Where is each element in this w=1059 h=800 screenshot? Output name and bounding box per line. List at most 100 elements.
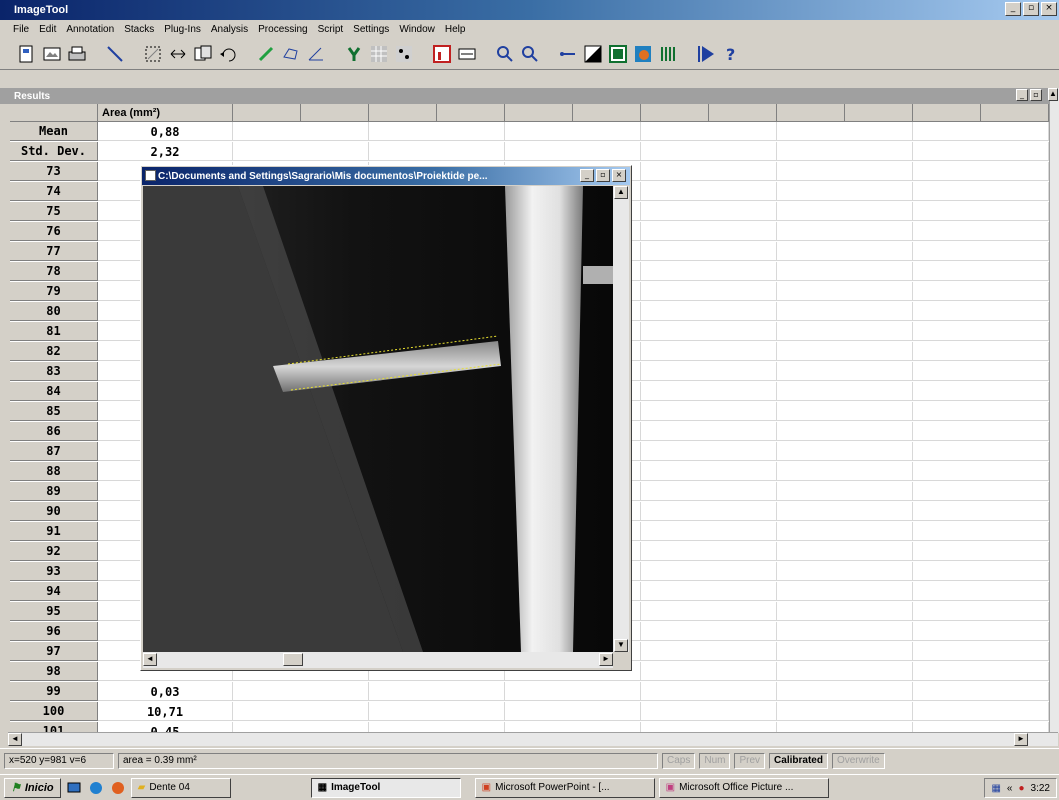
column-header[interactable] (981, 104, 1049, 122)
column-header[interactable] (573, 104, 641, 122)
empty-cell[interactable] (777, 302, 913, 321)
menu-plugins[interactable]: Plug-Ins (159, 24, 206, 35)
empty-cell[interactable] (913, 622, 1049, 641)
empty-cell[interactable] (641, 422, 777, 441)
empty-cell[interactable] (505, 142, 641, 161)
empty-cell[interactable] (777, 602, 913, 621)
column-header[interactable] (777, 104, 845, 122)
image-scroll-thumb[interactable] (283, 653, 303, 666)
empty-cell[interactable] (913, 482, 1049, 501)
task-imagetool[interactable]: ▦ ImageTool (310, 777, 461, 798)
empty-cell[interactable] (641, 702, 777, 721)
empty-cell[interactable] (913, 362, 1049, 381)
run-icon[interactable] (695, 43, 717, 65)
empty-cell[interactable] (233, 142, 369, 161)
empty-cell[interactable] (777, 342, 913, 361)
scroll-up-icon[interactable]: ▲ (1048, 88, 1058, 101)
grid-icon[interactable] (368, 43, 390, 65)
tray-expand-icon[interactable]: « (1007, 783, 1013, 794)
row-header[interactable]: 94 (10, 582, 98, 601)
row-header[interactable]: 98 (10, 662, 98, 681)
empty-cell[interactable] (913, 602, 1049, 621)
menu-processing[interactable]: Processing (253, 24, 312, 35)
empty-cell[interactable] (913, 342, 1049, 361)
row-header[interactable]: 76 (10, 222, 98, 241)
empty-cell[interactable] (913, 582, 1049, 601)
empty-cell[interactable] (913, 202, 1049, 221)
empty-cell[interactable] (777, 122, 913, 141)
column-header[interactable] (437, 104, 505, 122)
empty-cell[interactable] (777, 362, 913, 381)
crop-icon[interactable] (167, 43, 189, 65)
row-header[interactable]: 82 (10, 342, 98, 361)
empty-cell[interactable] (505, 122, 641, 141)
row-header[interactable]: 96 (10, 622, 98, 641)
empty-cell[interactable] (777, 182, 913, 201)
media-icon[interactable] (109, 779, 127, 797)
column-header[interactable] (233, 104, 301, 122)
micrograph-image[interactable] (143, 186, 613, 652)
empty-cell[interactable] (913, 142, 1049, 161)
empty-cell[interactable] (777, 582, 913, 601)
task-dente[interactable]: ▰ Dente 04 (130, 777, 231, 798)
empty-cell[interactable] (641, 522, 777, 541)
column-header[interactable] (845, 104, 913, 122)
row-header[interactable]: 93 (10, 562, 98, 581)
column-header[interactable] (641, 104, 709, 122)
empty-cell[interactable] (913, 442, 1049, 461)
row-header[interactable]: 75 (10, 202, 98, 221)
row-header[interactable]: Mean (10, 122, 98, 141)
empty-cell[interactable] (777, 162, 913, 181)
empty-cell[interactable] (641, 242, 777, 261)
scroll-right-icon[interactable]: ► (1014, 733, 1028, 746)
empty-cell[interactable] (777, 542, 913, 561)
line-tool-icon[interactable] (104, 43, 126, 65)
empty-cell[interactable] (777, 202, 913, 221)
empty-cell[interactable] (777, 502, 913, 521)
row-header[interactable]: 77 (10, 242, 98, 261)
empty-cell[interactable] (913, 242, 1049, 261)
column-header[interactable] (709, 104, 777, 122)
empty-cell[interactable] (913, 182, 1049, 201)
row-header[interactable]: 87 (10, 442, 98, 461)
empty-cell[interactable] (641, 562, 777, 581)
results-vertical-scrollbar[interactable]: ▲ (1048, 88, 1059, 733)
spray-icon[interactable] (343, 43, 365, 65)
row-header[interactable]: 74 (10, 182, 98, 201)
restore-button[interactable]: ▫ (1023, 2, 1039, 16)
zoom-out-icon[interactable] (519, 43, 541, 65)
image-window-title-bar[interactable]: C:\Documents and Settings\Sagrario\Mis d… (142, 167, 630, 185)
empty-cell[interactable] (913, 462, 1049, 481)
empty-cell[interactable] (777, 702, 913, 721)
filter-icon[interactable] (393, 43, 415, 65)
empty-cell[interactable] (777, 242, 913, 261)
empty-cell[interactable] (777, 142, 913, 161)
empty-cell[interactable] (913, 502, 1049, 521)
empty-cell[interactable] (777, 222, 913, 241)
empty-cell[interactable] (913, 222, 1049, 241)
row-header[interactable]: 88 (10, 462, 98, 481)
empty-cell[interactable] (913, 642, 1049, 661)
menu-help[interactable]: Help (440, 24, 471, 35)
menu-settings[interactable]: Settings (348, 24, 394, 35)
area-cell[interactable]: 0,88 (98, 122, 233, 141)
column-header[interactable] (369, 104, 437, 122)
empty-cell[interactable] (777, 622, 913, 641)
pencil-icon[interactable] (255, 43, 277, 65)
row-header[interactable]: 99 (10, 682, 98, 701)
empty-cell[interactable] (913, 302, 1049, 321)
empty-cell[interactable] (641, 302, 777, 321)
menu-stacks[interactable]: Stacks (119, 24, 159, 35)
empty-cell[interactable] (641, 502, 777, 521)
empty-cell[interactable] (369, 122, 505, 141)
empty-cell[interactable] (777, 662, 913, 681)
empty-cell[interactable] (233, 122, 369, 141)
empty-cell[interactable] (913, 522, 1049, 541)
browser-icon[interactable] (87, 779, 105, 797)
area-cell[interactable]: 2,32 (98, 142, 233, 161)
empty-cell[interactable] (641, 662, 777, 681)
row-header[interactable]: 78 (10, 262, 98, 281)
column-header-area[interactable]: Area (mm²) (98, 104, 233, 122)
empty-cell[interactable] (641, 322, 777, 341)
empty-cell[interactable] (505, 702, 641, 721)
